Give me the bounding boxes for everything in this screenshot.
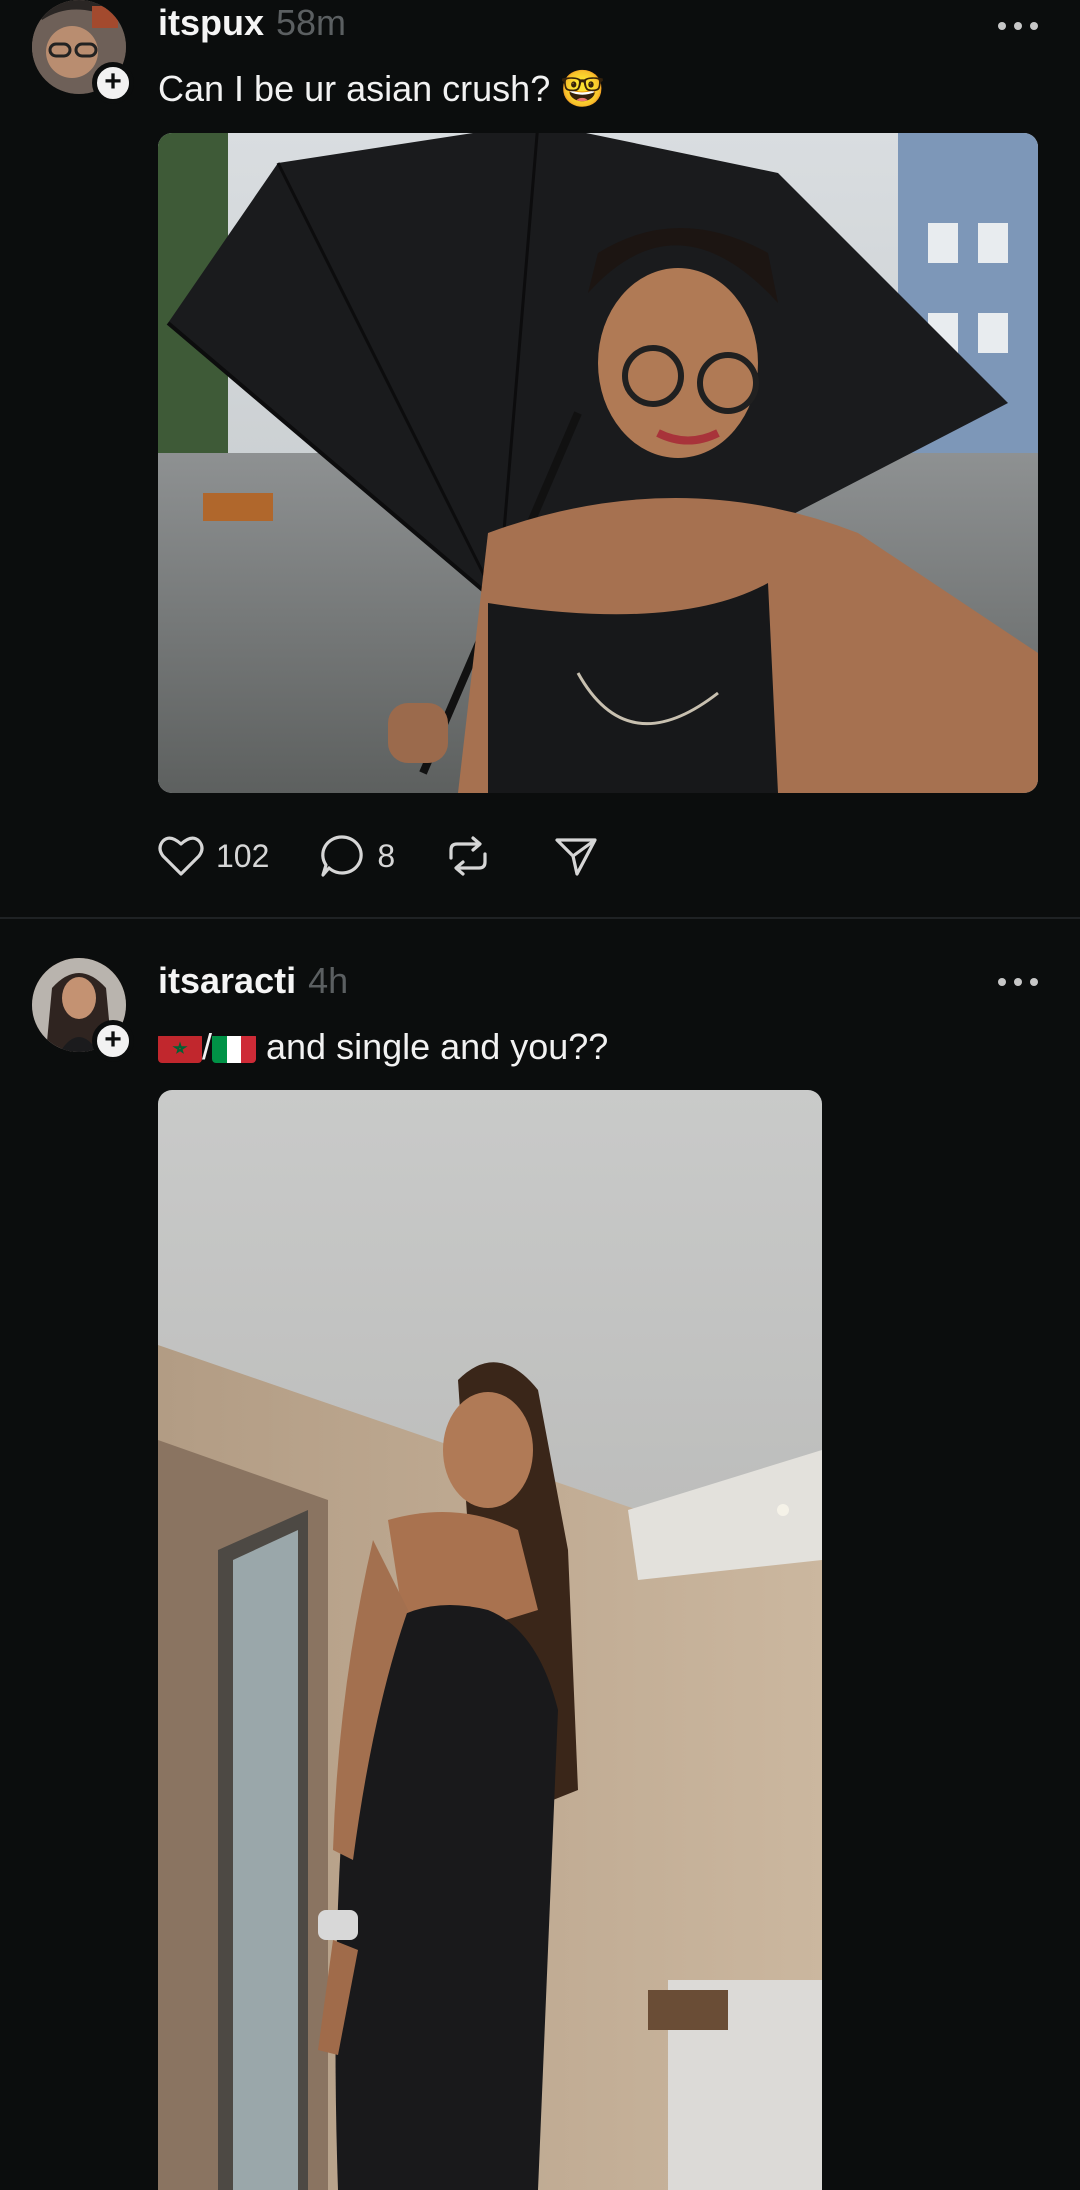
post-time: 4h	[308, 960, 349, 1001]
italy-flag-icon	[212, 1033, 257, 1063]
like-button[interactable]: 102	[158, 835, 269, 877]
repost-button[interactable]	[445, 834, 503, 878]
morocco-flag-icon	[158, 1033, 202, 1063]
caption-text: and single and you??	[256, 1026, 609, 1067]
caption-separator: /	[202, 1026, 213, 1067]
post-video[interactable]	[158, 1090, 822, 2190]
post-time: 58m	[276, 2, 347, 43]
post-caption: / and single and you??	[158, 1026, 608, 1068]
username-row: itsaracti 4h	[158, 960, 348, 1002]
follow-button[interactable]: +	[92, 62, 134, 104]
post-actions: 102 8	[158, 832, 661, 880]
like-count: 102	[216, 837, 270, 874]
comment-button[interactable]: 8	[319, 834, 395, 878]
username[interactable]: itsaracti	[158, 960, 296, 1001]
post-divider	[0, 917, 1080, 919]
more-icon[interactable]	[996, 20, 1040, 32]
post-itspux: + itspux 58m Can I be ur asian crush? 🤓	[0, 0, 1080, 920]
follow-button[interactable]: +	[92, 1020, 134, 1062]
heart-icon	[158, 836, 204, 876]
comment-count: 8	[377, 837, 396, 874]
share-button[interactable]	[553, 834, 611, 878]
umbrella-selfie-image	[158, 133, 1038, 793]
post-image[interactable]	[158, 133, 1038, 793]
post-caption: Can I be ur asian crush? 🤓	[158, 68, 606, 109]
comment-icon	[321, 835, 364, 877]
username[interactable]: itspux	[158, 2, 264, 43]
share-icon	[555, 838, 597, 876]
post-itsaracti: + itsaracti 4h / and single and you??	[0, 920, 1080, 2190]
room-video-frame	[158, 1090, 822, 2190]
username-row: itspux 58m	[158, 2, 346, 44]
more-icon[interactable]	[996, 976, 1040, 988]
repost-icon	[449, 836, 487, 876]
